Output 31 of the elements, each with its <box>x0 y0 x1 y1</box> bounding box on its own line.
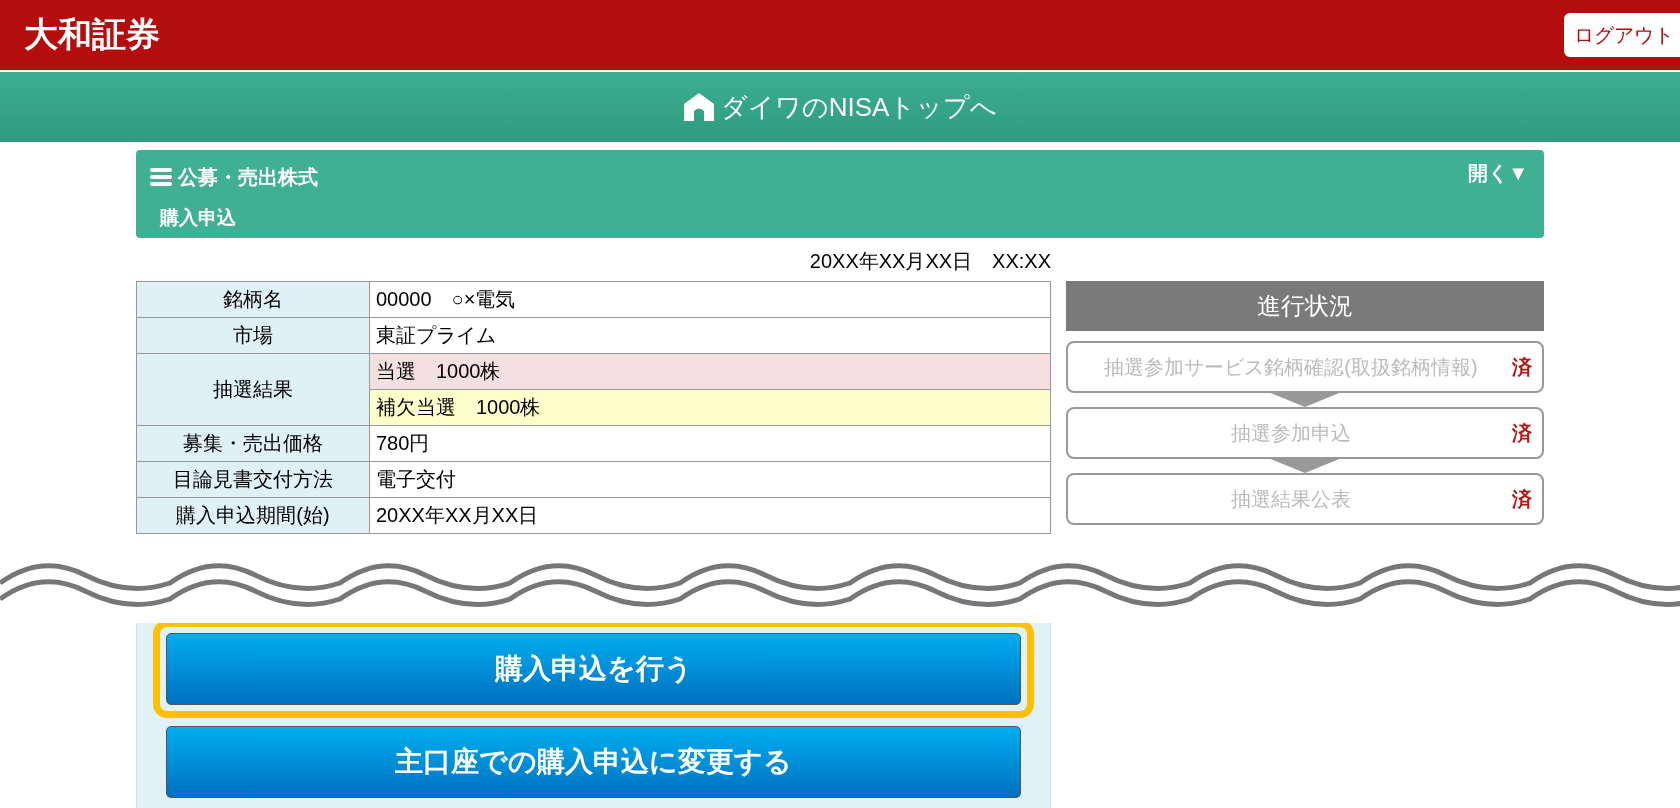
value-cell: 東証プライム <box>369 317 1051 354</box>
submit-button[interactable]: 購入申込を行う <box>166 633 1021 705</box>
submit-button[interactable]: 主口座での購入申込に変更する <box>166 726 1021 798</box>
value-cell: 20XX年XX月XX日 <box>369 497 1051 534</box>
row-label: 募集・売出価格 <box>136 425 370 462</box>
progress-header: 進行状況 <box>1066 281 1544 331</box>
row-label: 市場 <box>136 317 370 354</box>
progress-step: 抽選参加サービス銘柄確認(取扱銘柄情報) 済 <box>1066 341 1544 393</box>
home-icon <box>682 92 715 122</box>
menu-icon <box>150 168 172 187</box>
logo: 大和証券 <box>24 15 160 55</box>
progress-step: 抽選参加申込 済 <box>1066 407 1544 459</box>
value-cell: 補欠当選 1000株 <box>369 389 1051 426</box>
value-cell: 00000 ○×電気 <box>369 281 1051 318</box>
value-cell: 780円 <box>369 425 1051 462</box>
row-label: 抽選結果 <box>136 353 370 426</box>
status-label: 済 <box>1512 354 1532 380</box>
logout-button[interactable]: ログアウト <box>1564 13 1680 57</box>
section-title: 公募・売出株式 <box>178 164 318 190</box>
expand-toggle[interactable]: 開く▼ <box>1468 160 1528 195</box>
progress-step: 抽選結果公表 済 <box>1066 473 1544 525</box>
value-cell: 当選 1000株 <box>369 353 1051 390</box>
row-label: 銘柄名 <box>136 281 370 318</box>
timestamp: 20XX年XX月XX日 XX:XX <box>808 249 1051 274</box>
nisa-top-link[interactable]: ダイワのNISAトップへ <box>682 89 998 125</box>
section-subtitle: 購入申込 <box>160 205 237 230</box>
value-cell: 電子交付 <box>369 461 1051 498</box>
row-label: 購入申込期間(始) <box>136 497 370 534</box>
status-label: 済 <box>1512 486 1532 512</box>
status-label: 済 <box>1512 420 1532 446</box>
row-label: 目論見書交付方法 <box>136 461 370 498</box>
